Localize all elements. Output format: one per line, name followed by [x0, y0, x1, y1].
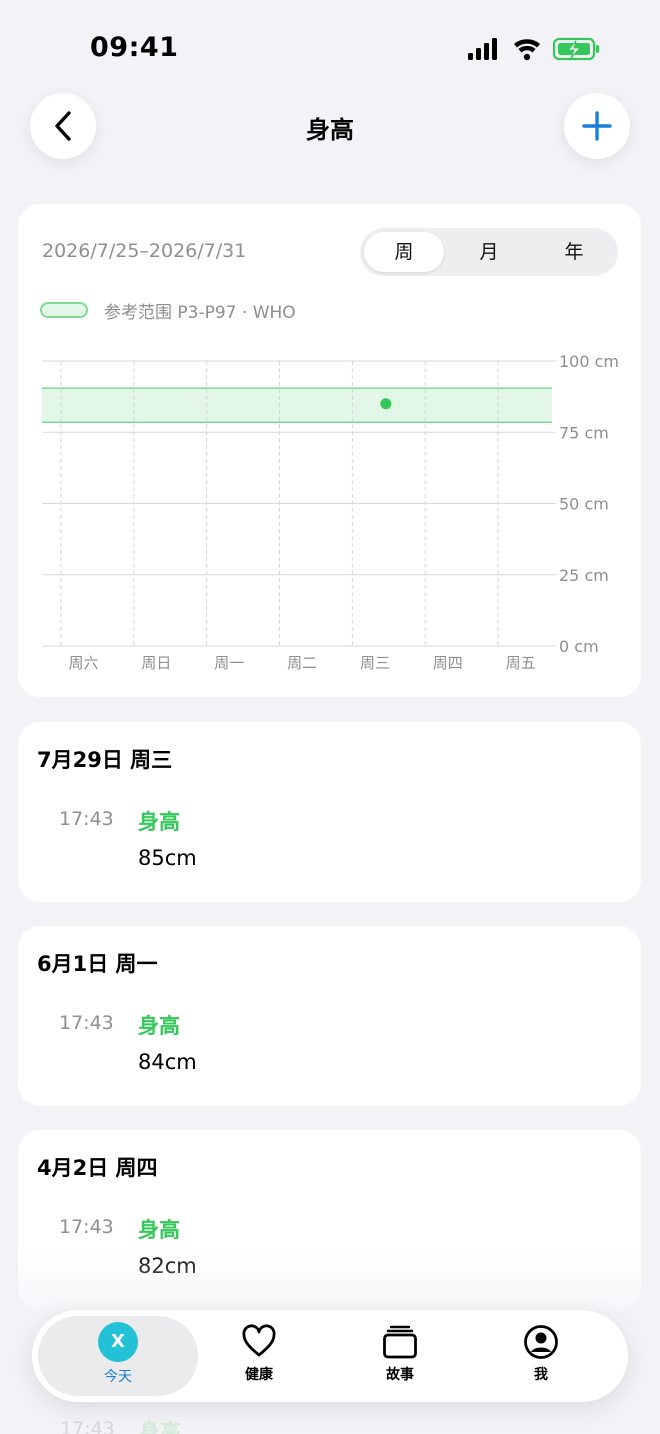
reference-band [42, 388, 552, 423]
x-tick-label: 周二 [287, 654, 317, 672]
chart-card: 100 cm 75 cm 50 cm 25 cm 0 cm 周六 周日 周一 周二 周三 周四 周五 … [18, 204, 641, 697]
today-badge-icon: X [98, 1322, 138, 1362]
record-date: 4月2日 周四 [37, 1156, 158, 1180]
record-date: 6月1日 周一 [37, 952, 158, 976]
x-tick-label: 周日 [141, 654, 171, 672]
status-time: 09:41 [90, 32, 179, 63]
status-icons [468, 37, 599, 61]
y-tick-label: 50 cm [559, 495, 609, 514]
legend-label: 参考范围 P3-P97 · WHO [104, 302, 296, 323]
tab-bar: X 今天 健康 故事 我 [32, 1310, 628, 1402]
battery-charging-icon [552, 37, 599, 61]
y-tick-label: 100 cm [559, 352, 619, 371]
legend-swatch [40, 302, 88, 318]
record-time: 17:43 [59, 1012, 114, 1034]
record-type: 身高 [138, 810, 180, 834]
x-tick-label: 周四 [433, 654, 463, 672]
tab-stories[interactable]: 故事 [350, 1324, 450, 1384]
partial-record-type: 身高 [139, 1420, 181, 1434]
x-tick-label: 周一 [214, 654, 244, 672]
tab-today[interactable]: X 今天 [68, 1322, 168, 1386]
cellular-signal-icon [468, 38, 497, 60]
segment-month[interactable]: 月 [449, 232, 529, 272]
profile-icon [524, 1325, 558, 1359]
record-time: 17:43 [59, 1216, 114, 1238]
y-tick-label: 0 cm [559, 637, 599, 656]
tab-health[interactable]: 健康 [209, 1324, 309, 1384]
tab-label: 我 [534, 1367, 548, 1383]
stack-icon [383, 1325, 417, 1359]
record-type: 身高 [138, 1014, 180, 1038]
tab-label: 健康 [245, 1367, 273, 1383]
x-tick-label: 周五 [506, 654, 536, 672]
data-point [380, 398, 392, 410]
chart-legend: 参考范围 P3-P97 · WHO [40, 298, 296, 323]
record-card[interactable]: 7月29日 周三 17:43 身高 85cm [18, 722, 641, 902]
record-date: 7月29日 周三 [37, 748, 173, 772]
height-chart: 100 cm 75 cm 50 cm 25 cm 0 cm 周六 周日 周一 周二 周三 周四 周五 [42, 352, 619, 672]
heart-icon [242, 1324, 276, 1357]
tab-label: 今天 [104, 1369, 132, 1385]
y-tick-label: 25 cm [559, 566, 609, 585]
date-range: 2026/7/25–2026/7/31 [42, 240, 247, 262]
x-tick-label: 周六 [69, 654, 99, 672]
record-time: 17:43 [59, 808, 114, 830]
tab-me[interactable]: 我 [491, 1324, 591, 1384]
partial-record-time: 17:43 [60, 1418, 115, 1434]
segment-year[interactable]: 年 [534, 232, 614, 272]
record-value: 85cm [138, 846, 197, 870]
record-card[interactable]: 6月1日 周一 17:43 身高 84cm [18, 926, 641, 1106]
page-title: 身高 [306, 116, 354, 144]
record-type: 身高 [138, 1218, 180, 1242]
wifi-icon [514, 39, 540, 61]
segment-week[interactable]: 周 [364, 232, 444, 272]
x-tick-label: 周三 [360, 654, 390, 672]
status-bar: 09:41 [0, 0, 660, 90]
add-record-button[interactable] [564, 93, 630, 159]
tab-label: 故事 [386, 1367, 414, 1383]
y-tick-label: 75 cm [559, 423, 609, 442]
record-value: 84cm [138, 1050, 197, 1074]
period-segmented-control: 周 月 年 [360, 228, 618, 276]
plus-icon [582, 111, 612, 141]
